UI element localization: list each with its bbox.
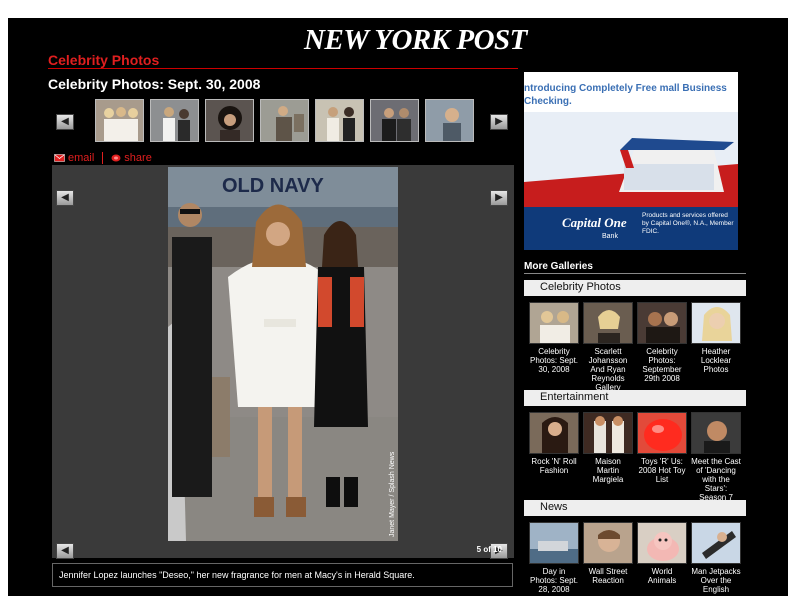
thumbnail-strip xyxy=(95,99,474,142)
share-label: share xyxy=(124,152,152,164)
section-title[interactable]: Celebrity Photos xyxy=(48,52,159,68)
rail-item[interactable]: Meet the Cast of 'Dancing with the Stars… xyxy=(691,412,741,502)
more-galleries-title: More Galleries xyxy=(524,261,593,272)
action-separator xyxy=(102,152,104,164)
photo-prev-top-button[interactable]: ◀ xyxy=(56,190,74,206)
rail-item[interactable]: Rock 'N' Roll Fashion xyxy=(529,412,579,502)
photo-viewer: ◀ ▶ OLD NAVY Janet Mayer / Splash News ◀… xyxy=(52,165,514,559)
rail-item[interactable]: Maison Martin Margiela xyxy=(583,412,633,502)
share-actions: email share xyxy=(54,152,152,164)
photo-next-top-button[interactable]: ▶ xyxy=(490,190,508,206)
masthead-logo[interactable]: NEW YORK POST xyxy=(304,24,527,57)
ad-artwork: Capital One Bank Products and services o… xyxy=(524,112,738,250)
rail-section-celebrity[interactable]: Celebrity Photos xyxy=(524,280,746,296)
section-divider xyxy=(48,68,518,69)
rail-section-entertainment[interactable]: Entertainment xyxy=(524,390,746,406)
rail-item[interactable]: Man Jetpacks Over the English xyxy=(691,522,741,594)
photo-counter: 5 of 10 xyxy=(476,545,502,554)
email-link[interactable]: email xyxy=(54,152,94,164)
ad-bank-name: Capital One xyxy=(562,215,627,230)
page-frame: NEW YORK POST Celebrity Photos Celebrity… xyxy=(8,18,788,596)
capital-one-ad[interactable]: ntroducing Completely Free mall Business… xyxy=(524,72,738,250)
rail-item[interactable]: Scarlett Johansson And Ryan Reynolds Gal… xyxy=(583,302,633,392)
photo-caption: Jennifer Lopez launches "Deseo," her new… xyxy=(52,563,513,587)
thumbnail-4[interactable] xyxy=(260,99,309,142)
ad-fine-print: Products and services offered by Capital… xyxy=(642,212,734,235)
photo-prev-bottom-button[interactable]: ◀ xyxy=(56,543,74,559)
rail-item[interactable]: Wall Street Reaction xyxy=(583,522,633,594)
rail-item[interactable]: Heather Locklear Photos xyxy=(691,302,741,392)
thumbnail-3[interactable] xyxy=(205,99,254,142)
rail-section-news[interactable]: News xyxy=(524,500,746,516)
thumbs-prev-button[interactable]: ◀ xyxy=(56,114,74,130)
thumbnail-6[interactable] xyxy=(370,99,419,142)
storefront-sign: OLD NAVY xyxy=(222,175,325,197)
main-photo[interactable]: OLD NAVY Janet Mayer / Splash News xyxy=(168,167,398,541)
rail-row-news: Day in Photos: Sept. 28, 2008 Wall Stree… xyxy=(524,522,746,594)
rail-row-entertainment: Rock 'N' Roll Fashion Maison Martin Marg… xyxy=(524,412,746,502)
rail-item[interactable]: World Animals xyxy=(637,522,687,594)
gallery-title: Celebrity Photos: Sept. 30, 2008 xyxy=(48,76,261,92)
more-galleries-divider xyxy=(524,273,746,274)
email-label: email xyxy=(68,152,95,164)
thumbs-next-button[interactable]: ▶ xyxy=(490,114,508,130)
rail-item[interactable]: Day in Photos: Sept. 28, 2008 xyxy=(529,522,579,594)
rail-row-celebrity: Celebrity Photos: Sept. 30, 2008 Scarlet… xyxy=(524,302,746,392)
share-icon xyxy=(111,154,121,162)
ad-bank-sub: Bank xyxy=(602,233,618,240)
thumbnail-2[interactable] xyxy=(150,99,199,142)
envelope-icon xyxy=(54,154,65,162)
photo-credit: Janet Mayer / Splash News xyxy=(389,451,396,537)
rail-item[interactable]: Celebrity Photos: September 29th 2008 xyxy=(637,302,687,392)
rail-item[interactable]: Celebrity Photos: Sept. 30, 2008 xyxy=(529,302,579,392)
rail-item[interactable]: Toys 'R' Us: 2008 Hot Toy List xyxy=(637,412,687,502)
thumbnail-1[interactable] xyxy=(95,99,144,142)
thumbnail-7[interactable] xyxy=(425,99,474,142)
share-link[interactable]: share xyxy=(111,152,152,164)
thumbnail-5[interactable] xyxy=(315,99,364,142)
